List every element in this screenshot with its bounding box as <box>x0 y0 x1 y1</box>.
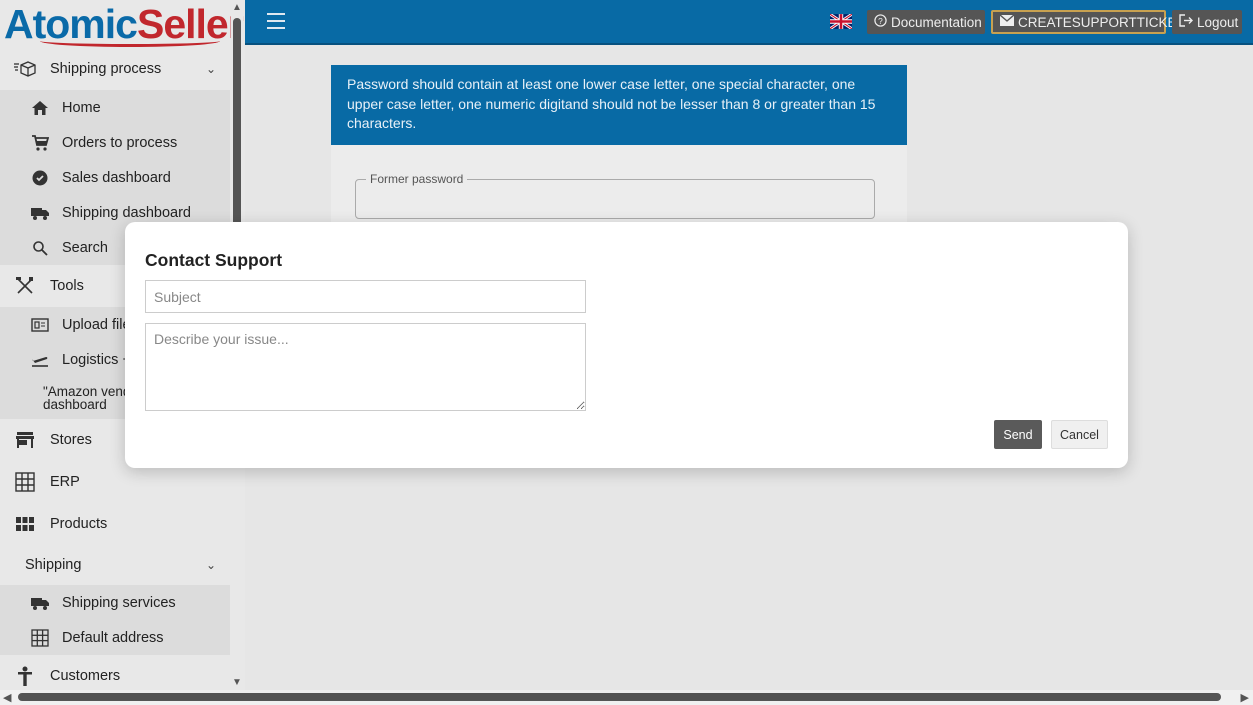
subject-input[interactable] <box>145 280 586 313</box>
scroll-left-arrow-icon[interactable]: ◀ <box>3 691 11 704</box>
send-button[interactable]: Send <box>994 420 1042 449</box>
horizontal-scrollbar-thumb[interactable] <box>18 693 1221 701</box>
scroll-right-arrow-icon[interactable]: ▶ <box>1241 691 1249 704</box>
dialog-title: Contact Support <box>145 250 283 270</box>
page-horizontal-scrollbar[interactable]: ◀ ▶ <box>0 690 1253 705</box>
issue-textarea[interactable] <box>145 323 586 411</box>
cancel-button[interactable]: Cancel <box>1051 420 1108 449</box>
contact-support-dialog: Contact Support Send Cancel <box>125 222 1128 468</box>
